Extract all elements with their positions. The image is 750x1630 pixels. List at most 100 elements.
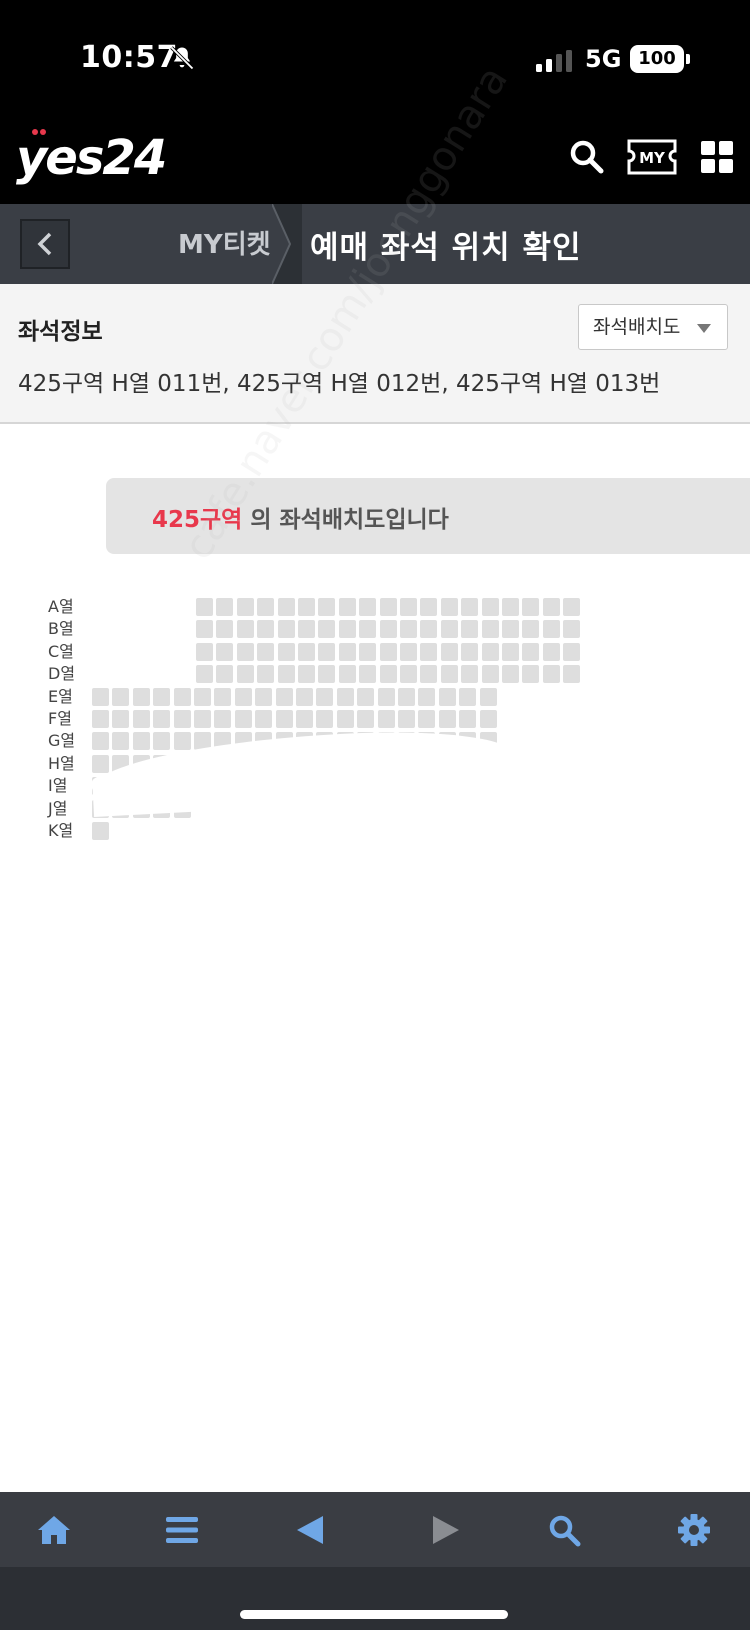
seat[interactable] — [257, 665, 275, 684]
seat[interactable] — [298, 642, 315, 661]
seat[interactable] — [563, 665, 581, 684]
seat[interactable] — [522, 665, 540, 684]
settings-button[interactable] — [672, 1508, 716, 1552]
seat[interactable] — [336, 687, 354, 706]
seat[interactable] — [153, 710, 171, 728]
seat[interactable] — [196, 665, 213, 684]
seat[interactable] — [398, 687, 415, 706]
seat[interactable] — [196, 642, 213, 661]
seat[interactable] — [216, 620, 234, 639]
seat[interactable] — [379, 620, 397, 639]
seat[interactable] — [400, 598, 417, 616]
browser-back-button[interactable] — [288, 1508, 332, 1552]
seat[interactable] — [502, 598, 519, 616]
seat[interactable] — [542, 620, 560, 639]
seat[interactable] — [440, 598, 458, 616]
seat[interactable] — [196, 598, 213, 616]
my-ticket-icon[interactable]: MY — [626, 138, 678, 176]
seat[interactable] — [438, 687, 456, 706]
seat[interactable] — [92, 687, 109, 706]
seat[interactable] — [257, 642, 275, 661]
seat[interactable] — [418, 687, 436, 706]
seat[interactable] — [359, 642, 377, 661]
seat[interactable] — [257, 598, 275, 616]
seat[interactable] — [400, 642, 417, 661]
seat[interactable] — [461, 665, 479, 684]
seat[interactable] — [359, 620, 377, 639]
seat[interactable] — [459, 687, 477, 706]
bottom-search-button[interactable] — [542, 1508, 586, 1552]
seat[interactable] — [479, 710, 497, 728]
seat[interactable] — [173, 732, 191, 751]
search-icon[interactable] — [568, 138, 606, 176]
seat[interactable] — [236, 665, 254, 684]
seat[interactable] — [216, 598, 234, 616]
seat[interactable] — [338, 598, 356, 616]
seat[interactable] — [92, 822, 109, 840]
seat[interactable] — [481, 642, 499, 661]
seat[interactable] — [92, 754, 109, 773]
seat[interactable] — [277, 665, 295, 684]
seat[interactable] — [400, 665, 417, 684]
seat[interactable] — [420, 665, 438, 684]
seat[interactable] — [338, 620, 356, 639]
seat[interactable] — [92, 710, 109, 728]
seat[interactable] — [563, 642, 581, 661]
seat[interactable] — [481, 620, 499, 639]
seat[interactable] — [318, 598, 336, 616]
seat[interactable] — [194, 687, 211, 706]
seat[interactable] — [522, 642, 540, 661]
seat[interactable] — [438, 710, 456, 728]
seat[interactable] — [542, 642, 560, 661]
seat[interactable] — [418, 710, 436, 728]
seat[interactable] — [298, 620, 315, 639]
seat[interactable] — [255, 710, 273, 728]
seat[interactable] — [420, 642, 438, 661]
grid-menu-icon[interactable] — [700, 140, 734, 174]
seat[interactable] — [359, 598, 377, 616]
seat[interactable] — [214, 687, 232, 706]
seat-map-dropdown[interactable]: 좌석배치도 — [578, 304, 728, 350]
seat[interactable] — [563, 620, 581, 639]
seat[interactable] — [522, 620, 540, 639]
seat[interactable] — [257, 620, 275, 639]
seat[interactable] — [357, 710, 375, 728]
seat[interactable] — [277, 598, 295, 616]
seat[interactable] — [318, 620, 336, 639]
seat[interactable] — [298, 598, 315, 616]
seat[interactable] — [420, 620, 438, 639]
seat[interactable] — [502, 665, 519, 684]
seat[interactable] — [316, 710, 334, 728]
seat[interactable] — [479, 687, 497, 706]
seat[interactable] — [502, 642, 519, 661]
seat[interactable] — [461, 620, 479, 639]
seat[interactable] — [153, 687, 171, 706]
seat[interactable] — [277, 620, 295, 639]
seat[interactable] — [338, 642, 356, 661]
seat[interactable] — [379, 665, 397, 684]
seat[interactable] — [377, 710, 395, 728]
seat[interactable] — [357, 687, 375, 706]
seat[interactable] — [196, 620, 213, 639]
breadcrumb-my-ticket[interactable]: MY티켓 — [178, 224, 271, 261]
seat[interactable] — [275, 710, 293, 728]
seat[interactable] — [542, 598, 560, 616]
seat[interactable] — [316, 687, 334, 706]
seat[interactable] — [275, 687, 293, 706]
seat[interactable] — [502, 620, 519, 639]
home-button[interactable] — [32, 1508, 76, 1552]
seat[interactable] — [236, 620, 254, 639]
seat[interactable] — [214, 710, 232, 728]
seat[interactable] — [132, 710, 150, 728]
seat[interactable] — [440, 642, 458, 661]
seat[interactable] — [400, 620, 417, 639]
seat[interactable] — [194, 710, 211, 728]
seat[interactable] — [236, 642, 254, 661]
seat[interactable] — [461, 642, 479, 661]
seat[interactable] — [440, 665, 458, 684]
menu-button[interactable] — [160, 1508, 204, 1552]
seat[interactable] — [132, 732, 150, 751]
browser-forward-button[interactable] — [424, 1508, 468, 1552]
seat[interactable] — [379, 598, 397, 616]
seat[interactable] — [481, 598, 499, 616]
